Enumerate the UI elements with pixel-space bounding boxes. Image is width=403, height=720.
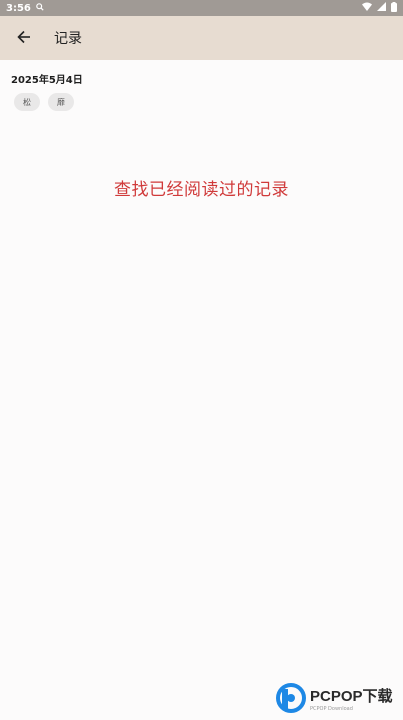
status-bar: 3:56 (0, 0, 403, 16)
record-tag[interactable]: 松 (14, 93, 40, 111)
watermark-brand: PCPOP下载 (310, 687, 393, 705)
watermark: PCPOP下载 PCPOP Download (276, 683, 393, 713)
back-button[interactable] (6, 20, 42, 56)
signal-icon (377, 2, 386, 14)
app-bar: 记录 (0, 16, 403, 60)
battery-icon (391, 1, 397, 15)
record-tag[interactable]: 靡 (48, 93, 74, 111)
page-title: 记录 (54, 31, 82, 47)
pcpop-logo-icon (276, 683, 306, 713)
arrow-left-icon (17, 29, 31, 48)
search-status-icon (36, 2, 44, 14)
watermark-sub: PCPOP Download (310, 705, 353, 712)
record-tags: 松 靡 (14, 93, 74, 111)
annotation-caption: 查找已经阅读过的记录 (114, 180, 289, 200)
wifi-icon (362, 2, 372, 14)
status-time: 3:56 (6, 2, 31, 14)
record-date: 2025年5月4日 (11, 75, 83, 86)
